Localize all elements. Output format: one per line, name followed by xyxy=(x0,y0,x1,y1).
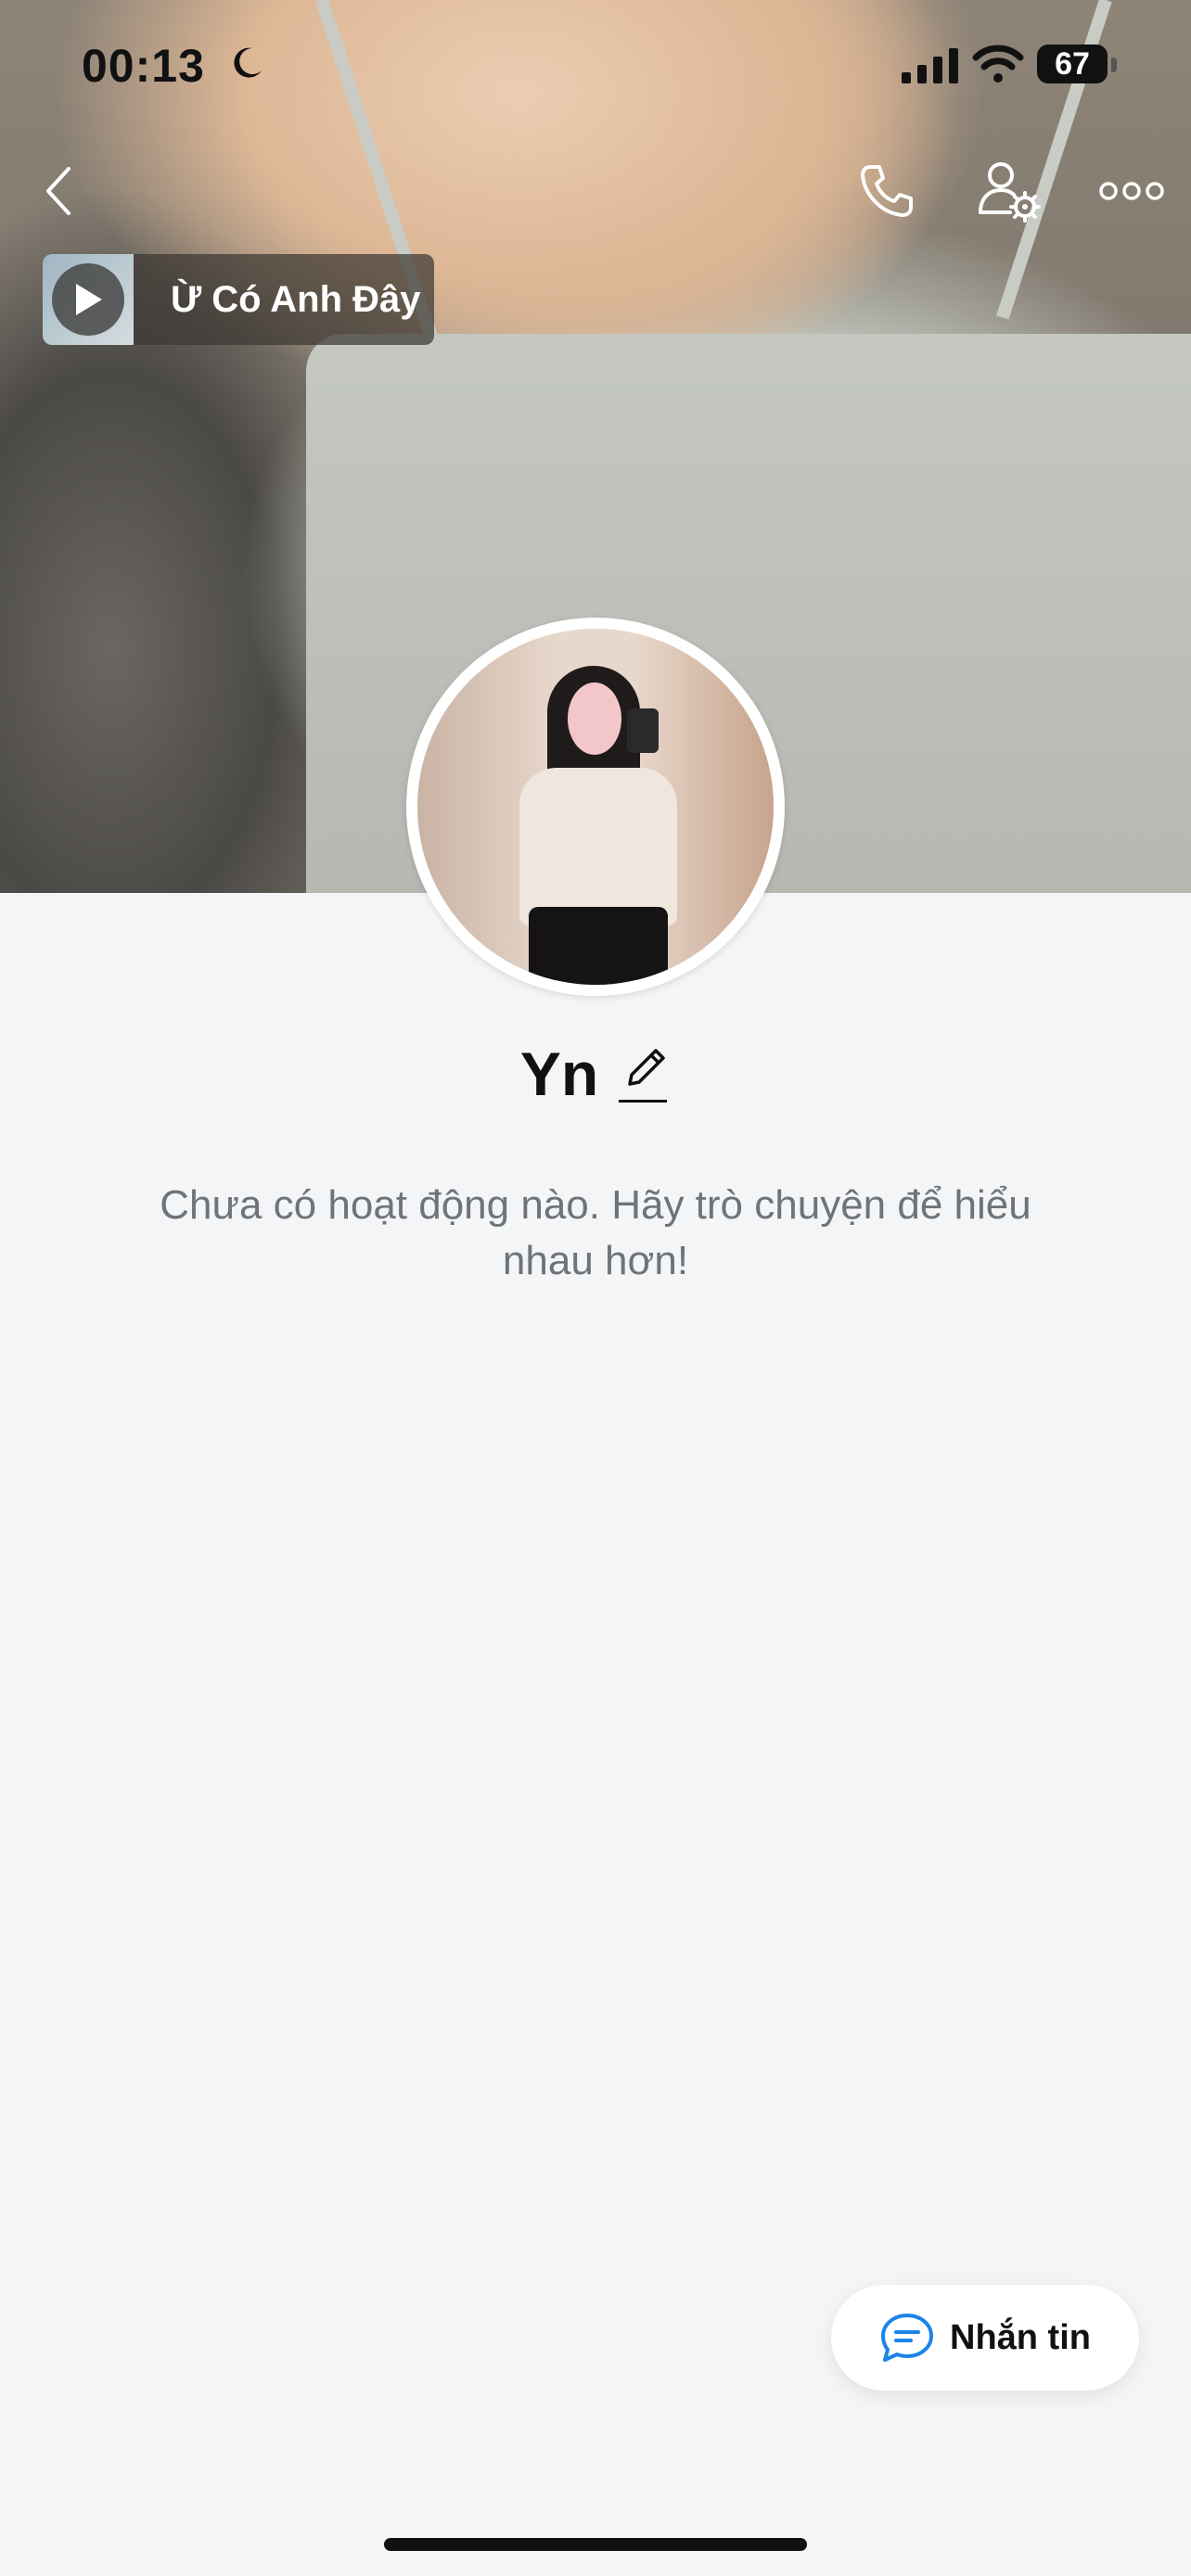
phone-call-icon xyxy=(861,165,913,217)
back-chevron-icon xyxy=(46,167,70,215)
battery-level: 67 xyxy=(1055,46,1090,82)
avatar-photo-skirt xyxy=(529,907,668,985)
play-button[interactable] xyxy=(52,263,124,336)
status-time: 00:13 xyxy=(82,40,205,92)
empty-activity-message: Chưa có hoạt động nào. Hãy trò chuyện để… xyxy=(160,1182,1031,1283)
edit-underline xyxy=(619,1100,668,1103)
avatar-photo xyxy=(417,629,774,985)
chat-bubble-icon xyxy=(881,2314,933,2362)
play-icon xyxy=(76,284,102,315)
message-button[interactable]: Nhắn tin xyxy=(831,2285,1139,2391)
profile-settings-icon xyxy=(979,162,1041,223)
moon-icon xyxy=(234,47,262,78)
avatar[interactable] xyxy=(406,618,785,996)
back-button[interactable] xyxy=(22,154,96,228)
message-button-label: Nhắn tin xyxy=(950,2317,1091,2357)
avatar-photo-blouse xyxy=(519,768,677,925)
status-bar: 00:13 67 xyxy=(0,0,1191,130)
battery-cap xyxy=(1111,57,1117,72)
wifi-icon xyxy=(972,45,1024,83)
avatar-photo-face-sticker xyxy=(568,682,621,755)
profile-music-player[interactable]: Ừ Có Anh Đây xyxy=(43,254,434,345)
edit-name-button[interactable] xyxy=(619,1043,671,1104)
battery-icon: 67 xyxy=(1037,45,1108,83)
more-options-button[interactable] xyxy=(1095,154,1169,228)
call-button[interactable] xyxy=(850,154,924,228)
pencil-edit-icon xyxy=(628,1049,665,1086)
profile-name-row: Yn xyxy=(0,1039,1191,1109)
profile-settings-button[interactable] xyxy=(972,154,1046,228)
profile-name: Yn xyxy=(519,1039,599,1108)
song-title: Ừ Có Anh Đây xyxy=(171,278,421,320)
more-dots-icon xyxy=(1099,182,1164,200)
avatar-photo-phone xyxy=(627,708,659,753)
home-indicator[interactable] xyxy=(384,2538,807,2551)
song-thumbnail xyxy=(43,254,134,345)
signal-icon xyxy=(902,48,958,83)
